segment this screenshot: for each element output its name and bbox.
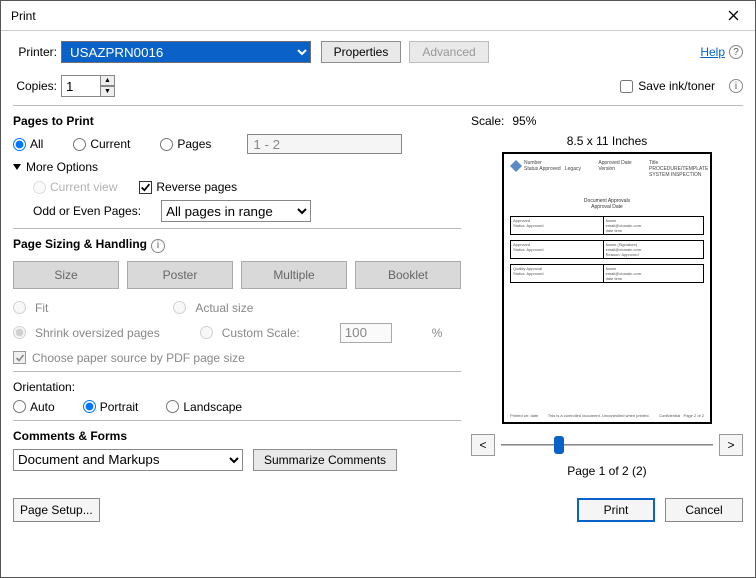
paper-size-label: 8.5 x 11 Inches [471, 134, 743, 148]
page-slider[interactable] [501, 434, 713, 456]
info-icon[interactable]: i [729, 79, 743, 93]
summarize-comments-button[interactable]: Summarize Comments [253, 449, 397, 471]
print-preview: NumberStatus Approved Legacy Approved Da… [502, 152, 712, 424]
copies-label: Copies: [13, 79, 57, 93]
checkbox-reverse-pages[interactable]: Reverse pages [139, 180, 237, 194]
more-options-toggle[interactable]: More Options [13, 160, 461, 174]
help-icon[interactable]: ? [729, 45, 743, 59]
radio-current-view: Current view [33, 180, 117, 194]
copies-spinner[interactable]: ▲ ▼ [100, 75, 115, 97]
page-setup-button[interactable]: Page Setup... [13, 498, 100, 522]
help-link[interactable]: Help [700, 45, 725, 59]
comments-title: Comments & Forms [13, 429, 461, 443]
radio-landscape[interactable]: Landscape [166, 400, 242, 414]
save-ink-checkbox[interactable] [620, 80, 633, 93]
printer-select[interactable]: USAZPRN0016 [61, 41, 311, 63]
odd-even-select[interactable]: All pages in range [161, 200, 311, 222]
copies-input[interactable] [61, 75, 101, 97]
radio-auto[interactable]: Auto [13, 400, 55, 414]
checkmark-icon [139, 181, 152, 194]
scale-label: Scale: [471, 114, 504, 128]
radio-pages[interactable]: Pages [160, 137, 211, 151]
sizing-title: Page Sizing & Handlingi [13, 237, 461, 253]
cancel-button[interactable]: Cancel [665, 498, 743, 522]
slider-thumb-icon[interactable] [554, 436, 564, 454]
save-ink-label: Save ink/toner [638, 79, 715, 93]
odd-even-label: Odd or Even Pages: [33, 204, 141, 218]
properties-button[interactable]: Properties [321, 41, 401, 63]
close-button[interactable] [711, 1, 755, 31]
tab-size[interactable]: Size [13, 261, 119, 289]
radio-actual-size: Actual size [173, 301, 253, 315]
orientation-title: Orientation: [13, 380, 461, 394]
page-indicator: Page 1 of 2 (2) [471, 464, 743, 478]
comments-select[interactable]: Document and Markups [13, 449, 243, 471]
spin-up-icon[interactable]: ▲ [100, 75, 115, 86]
radio-all[interactable]: All [13, 137, 43, 151]
tab-poster[interactable]: Poster [127, 261, 233, 289]
tab-booklet[interactable]: Booklet [355, 261, 461, 289]
printer-label: Printer: [13, 45, 57, 59]
close-icon [728, 10, 739, 21]
advanced-button: Advanced [409, 41, 489, 63]
next-page-button[interactable]: > [719, 434, 743, 456]
title-bar: Print [1, 1, 755, 31]
scale-value: 95% [512, 114, 536, 128]
radio-portrait[interactable]: Portrait [83, 400, 139, 414]
custom-scale-input [340, 323, 392, 343]
spin-down-icon[interactable]: ▼ [100, 86, 115, 97]
radio-fit: Fit [13, 301, 48, 315]
radio-custom-scale: Custom Scale: [200, 326, 300, 340]
radio-shrink: Shrink oversized pages [13, 326, 160, 340]
prev-page-button[interactable]: < [471, 434, 495, 456]
radio-current[interactable]: Current [73, 137, 130, 151]
dialog-title: Print [11, 9, 36, 23]
tab-multiple[interactable]: Multiple [241, 261, 347, 289]
pages-to-print-title: Pages to Print [13, 114, 461, 128]
paper-source-checkbox [13, 351, 26, 364]
document-logo-icon [510, 160, 522, 172]
print-button[interactable]: Print [577, 498, 655, 522]
chevron-down-icon [13, 164, 21, 170]
pages-range-input[interactable] [247, 134, 402, 154]
